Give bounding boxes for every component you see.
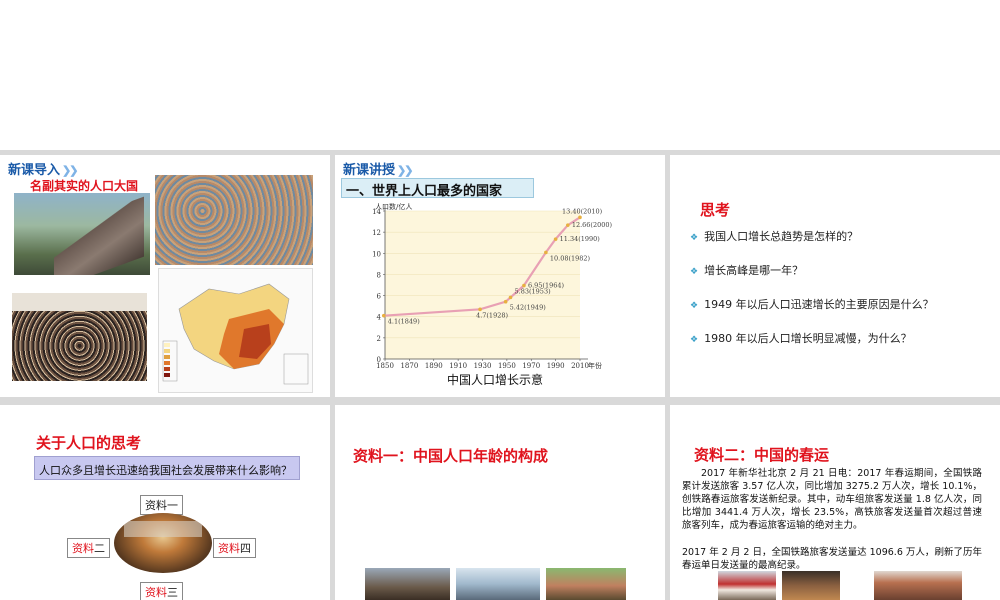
elderly-group-photo bbox=[365, 568, 450, 600]
slide-lesson[interactable]: 新课讲授 ❯❯ 一、世界上人口最多的国家 0 2 4 6 8 10 12 14 1850 1870 1… bbox=[335, 155, 665, 397]
great-wall-crowd-photo bbox=[14, 193, 150, 275]
data-point bbox=[578, 215, 582, 220]
spring-festival-paragraph-1: 2017 年新华社北京 2 月 21 日电：2017 年春运期间，全国铁路累计发… bbox=[682, 468, 982, 531]
beach-crowd-photo bbox=[155, 175, 313, 265]
station-crowd-photo bbox=[782, 571, 840, 600]
slide-reflection[interactable]: 关于人口的思考 人口众多且增长迅速给我国社会发展带来什么影响？ 资料一 资料二 … bbox=[0, 405, 330, 600]
waiting-hall-photo bbox=[874, 571, 962, 600]
section-tag-label: 新课导入 bbox=[8, 162, 61, 177]
y-tick-label: 4 bbox=[377, 314, 382, 322]
diamond-bullet-icon: ❖ bbox=[690, 267, 699, 277]
data-label: 11.34(1990) bbox=[560, 235, 601, 243]
train-sign-photo bbox=[718, 571, 776, 600]
question-text: 增长高峰是哪一年？ bbox=[704, 264, 804, 277]
material-label: 资料 bbox=[145, 586, 167, 599]
material-label: 资料 bbox=[72, 542, 94, 555]
material-4-link[interactable]: 资料四 bbox=[213, 538, 256, 558]
slide-material-1[interactable]: 资料一：中国人口年龄的构成 bbox=[335, 405, 665, 600]
double-chevron-icon: ❯❯ bbox=[62, 165, 79, 177]
x-tick-label: 1910 bbox=[449, 362, 467, 370]
material-label: 资料 bbox=[145, 499, 167, 512]
data-point bbox=[553, 237, 558, 241]
material-2-title: 资料二：中国的春运 bbox=[694, 447, 830, 464]
data-label: 10.08(1982) bbox=[550, 254, 591, 262]
double-chevron-icon: ❯❯ bbox=[397, 165, 414, 177]
question-item: ❖ 1980 年以后人口增长明显减慢，为什么？ bbox=[690, 330, 912, 346]
data-label: 4.1(1849) bbox=[388, 318, 420, 326]
data-label: 13.40(2010) bbox=[562, 207, 603, 215]
material-label: 资料 bbox=[218, 542, 240, 555]
x-tick-label: 2010 bbox=[571, 362, 589, 370]
material-3-link[interactable]: 资料三 bbox=[140, 582, 183, 600]
data-label: 5.42(1949) bbox=[510, 304, 547, 312]
data-label: 4.7(1928) bbox=[476, 311, 508, 319]
x-tick-label: 1990 bbox=[547, 362, 565, 370]
data-label: 12.66(2000) bbox=[572, 221, 613, 229]
y-tick-label: 8 bbox=[377, 271, 381, 279]
crowd-ellipse-photo bbox=[114, 513, 212, 573]
data-point bbox=[381, 313, 386, 318]
data-point bbox=[503, 299, 508, 304]
material-number: 四 bbox=[240, 542, 251, 555]
question-item: ❖ 1949 年以后人口迅速增长的主要原因是什么？ bbox=[690, 296, 934, 312]
think-title: 思考 bbox=[700, 202, 731, 219]
lesson-heading: 一、世界上人口最多的国家 bbox=[341, 178, 534, 198]
slide-think[interactable]: 思考 ❖ 我国人口增长总趋势是怎样的？ ❖ 增长高峰是哪一年？ ❖ 1949 年以后人… bbox=[670, 155, 1000, 397]
slide-material-2[interactable]: 资料二：中国的春运 2017 年新华社北京 2 月 21 日电：2017 年春运… bbox=[670, 405, 1000, 600]
x-axis-label: 年份 bbox=[588, 361, 602, 370]
population-growth-chart: 024681012141850 1870 1890 1910 1930 1950 1970 1… bbox=[372, 202, 613, 370]
y-tick-label: 10 bbox=[372, 250, 381, 258]
spring-festival-paragraph-2: 2017 年 2 月 2 日，全国铁路旅客发送量达 1096.6 万人，刷新了历… bbox=[682, 547, 982, 571]
chart-caption: 中国人口增长示意 bbox=[447, 373, 544, 387]
slide-title: 名副其实的人口大国 bbox=[30, 179, 139, 193]
y-tick-label: 6 bbox=[377, 293, 382, 301]
question-text: 1949 年以后人口迅速增长的主要原因是什么？ bbox=[704, 298, 934, 311]
question-text: 1980 年以后人口增长明显减慢，为什么？ bbox=[704, 332, 912, 345]
material-number: 二 bbox=[94, 542, 105, 555]
slide-intro[interactable]: 新课导入 ❯❯ 名副其实的人口大国 bbox=[0, 155, 330, 397]
x-tick-label: 1950 bbox=[498, 362, 516, 370]
material-number: 一 bbox=[167, 499, 178, 512]
material-number: 三 bbox=[167, 586, 178, 599]
data-point bbox=[544, 250, 548, 255]
question-text: 我国人口增长总趋势是怎样的？ bbox=[704, 230, 859, 243]
slide-grid: 新课导入 ❯❯ 名副其实的人口大国 新课讲授 ❯❯ 一、世界上人口最多的国家 0… bbox=[0, 150, 1000, 600]
population-density-map bbox=[158, 268, 313, 393]
classroom-photo bbox=[456, 568, 540, 600]
material-1-title: 资料一：中国人口年龄的构成 bbox=[353, 448, 549, 465]
question-item: ❖ 我国人口增长总趋势是怎样的？ bbox=[690, 228, 858, 244]
section-tag: 新课讲授 ❯❯ bbox=[343, 159, 414, 178]
children-photo bbox=[546, 568, 626, 600]
y-tick-label: 2 bbox=[377, 335, 381, 343]
data-point bbox=[566, 223, 570, 227]
reflection-title: 关于人口的思考 bbox=[36, 435, 142, 452]
material-1-link[interactable]: 资料一 bbox=[140, 495, 183, 515]
data-point bbox=[508, 295, 513, 300]
x-tick-label: 1890 bbox=[425, 362, 443, 370]
diamond-bullet-icon: ❖ bbox=[690, 335, 699, 345]
material-2-link[interactable]: 资料二 bbox=[67, 538, 110, 558]
reflection-question: 人口众多且增长迅速给我国社会发展带来什么影响？ bbox=[34, 456, 300, 480]
question-item: ❖ 增长高峰是哪一年？ bbox=[690, 262, 803, 278]
section-tag: 新课导入 ❯❯ bbox=[8, 159, 79, 178]
y-axis-label: 人口数/亿人 bbox=[375, 202, 412, 211]
x-tick-label: 1850 bbox=[376, 362, 394, 370]
diamond-bullet-icon: ❖ bbox=[690, 301, 699, 311]
x-tick-label: 1970 bbox=[522, 362, 540, 370]
diamond-bullet-icon: ❖ bbox=[690, 233, 699, 243]
y-tick-label: 12 bbox=[372, 229, 381, 237]
x-tick-label: 1930 bbox=[474, 362, 492, 370]
train-station-crowd-photo bbox=[12, 293, 147, 381]
x-tick-label: 1870 bbox=[400, 362, 418, 370]
data-label: 6.95(1964) bbox=[528, 282, 565, 290]
section-tag-label: 新课讲授 bbox=[343, 162, 396, 177]
